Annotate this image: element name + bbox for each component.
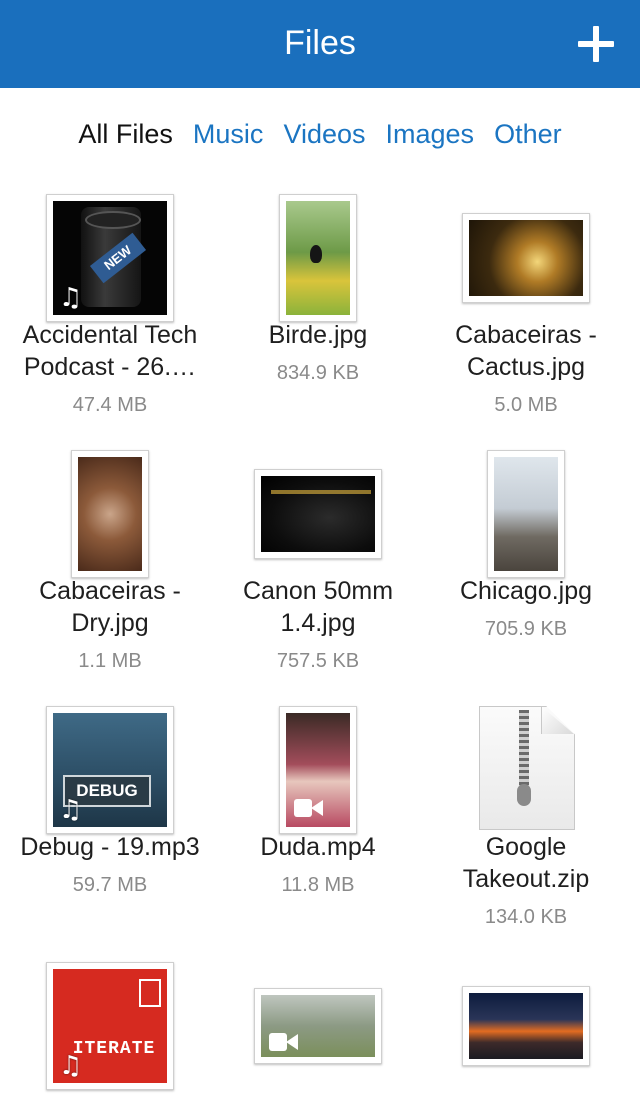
file-name: Canon 50mm 1.4.jpg [242,577,394,637]
file-size: 47.4 MB [72,394,148,416]
file-item[interactable]: Cabaceiras - Dry.jpg 1.1 MB [6,446,214,678]
music-note-icon: ♫ [59,795,83,825]
file-size: 59.7 MB [72,874,148,896]
file-name: Debug - 19.mp3 [20,833,200,861]
file-thumbnail [487,450,565,578]
video-camera-icon [294,799,324,817]
file-item[interactable]: DEBUG ♫ Debug - 19.mp3 59.7 MB [6,702,214,902]
file-name: Cabaceiras - Dry.jpg [39,577,181,637]
file-thumbnail [254,469,382,559]
file-name: Birde.jpg [268,321,368,349]
file-thumbnail [254,988,382,1064]
file-item[interactable]: Cabaceiras - Cactus.jpg 5.0 MB [422,190,630,422]
file-item[interactable]: Canon 50mm 1.4.jpg 757.5 KB [214,446,422,678]
video-camera-icon [269,1033,299,1051]
file-thumbnail: NEW ♫ [46,194,174,322]
file-thumbnail [71,450,149,578]
file-size: 757.5 KB [276,650,360,672]
file-item[interactable] [214,958,422,1096]
file-thumbnail [462,213,590,303]
file-name: Google Takeout.zip [462,833,590,893]
file-item[interactable]: ITERATE ♫ [6,958,214,1096]
file-size: 11.8 MB [281,874,355,896]
music-note-icon: ♫ [59,1051,83,1081]
file-thumbnail: DEBUG ♫ [46,706,174,834]
file-name: Accidental Tech Podcast - 26.… [22,321,198,381]
file-size: 705.9 KB [484,618,568,640]
file-item[interactable]: Google Takeout.zip 134.0 KB [422,702,630,934]
file-item[interactable]: Chicago.jpg 705.9 KB [422,446,630,646]
file-size: 134.0 KB [484,906,568,928]
file-size: 1.1 MB [78,650,142,672]
file-name: Chicago.jpg [459,577,593,605]
file-thumbnail: ITERATE ♫ [46,962,174,1090]
file-thumbnail [279,194,357,322]
file-size: 5.0 MB [494,394,558,416]
zip-file-icon [479,706,575,830]
file-name: Duda.mp4 [260,833,376,861]
file-thumbnail [279,706,357,834]
file-item[interactable]: Birde.jpg 834.9 KB [214,190,422,390]
file-item[interactable]: NEW ♫ Accidental Tech Podcast - 26.… 47.… [6,190,214,422]
file-item[interactable] [422,958,630,1096]
file-name: Cabaceiras - Cactus.jpg [455,321,597,381]
music-note-icon: ♫ [59,283,83,313]
file-item[interactable]: Duda.mp4 11.8 MB [214,702,422,902]
file-grid: NEW ♫ Accidental Tech Podcast - 26.… 47.… [0,0,640,1096]
file-size: 834.9 KB [276,362,360,384]
file-thumbnail [462,986,590,1066]
